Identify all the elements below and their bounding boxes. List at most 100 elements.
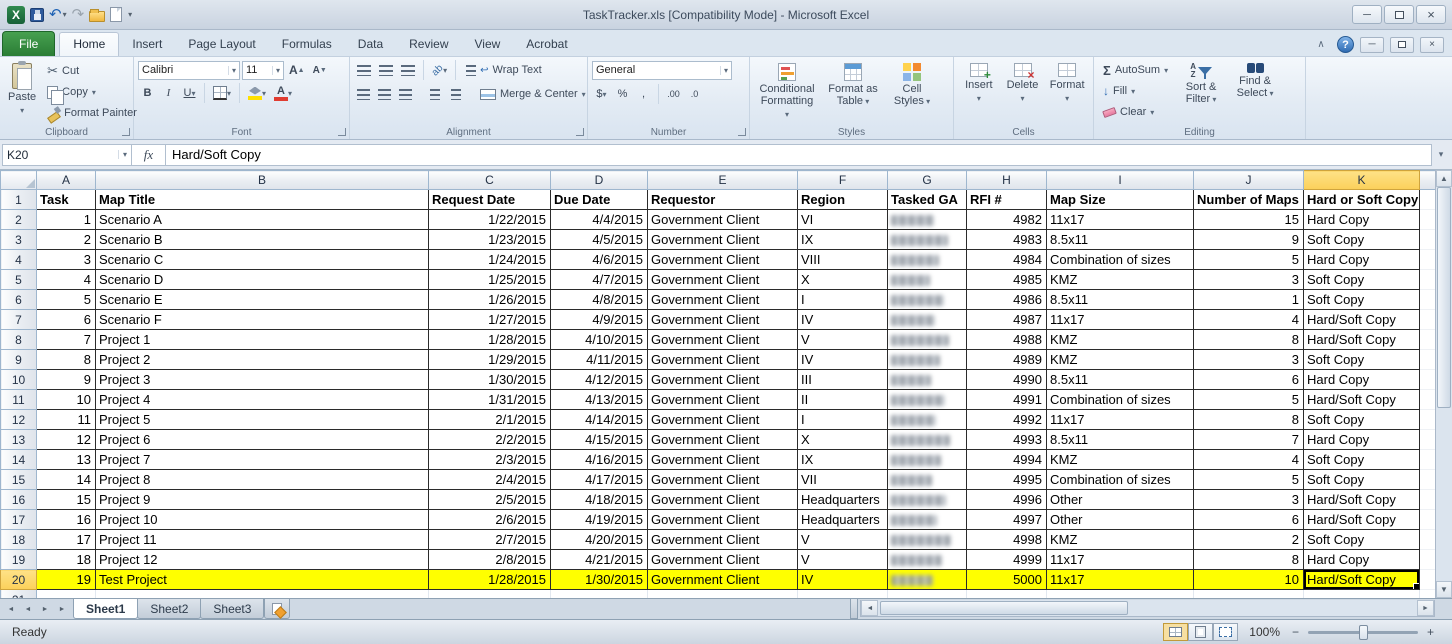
cell-D4[interactable]: 4/6/2015 [551,250,648,270]
cell-B3[interactable]: Scenario B [96,230,429,250]
cell-I1[interactable]: Map Size [1047,190,1194,210]
cell-I20[interactable]: 11x17 [1047,570,1194,590]
ribbon-tab-data[interactable]: Data [345,33,396,56]
cell-I19[interactable]: 11x17 [1047,550,1194,570]
cell-H8[interactable]: 4988 [967,330,1047,350]
cell-G20[interactable] [888,570,967,590]
align-left-button[interactable] [354,85,373,104]
cell-B14[interactable]: Project 7 [96,450,429,470]
ribbon-tab-view[interactable]: View [462,33,514,56]
cell-G8[interactable] [888,330,967,350]
cell-H19[interactable]: 4999 [967,550,1047,570]
alignment-dialog-launcher[interactable] [576,128,584,136]
ribbon-tab-home[interactable]: Home [59,32,119,56]
autosum-button[interactable]: ΣAutoSum [1098,60,1173,80]
cell-F13[interactable]: X [798,430,888,450]
cell-E3[interactable]: Government Client [648,230,798,250]
formula-bar-expand-button[interactable]: ▾ [1432,144,1450,166]
cell-J12[interactable]: 8 [1194,410,1304,430]
cell-J9[interactable]: 3 [1194,350,1304,370]
increase-decimal-button[interactable]: .00 [664,85,683,104]
cell-A21[interactable] [37,590,96,599]
cell-F19[interactable]: V [798,550,888,570]
cell-F21[interactable] [798,590,888,599]
sheet-tab-sheet3[interactable]: Sheet3 [200,599,264,619]
cell-E10[interactable]: Government Client [648,370,798,390]
cell-H4[interactable]: 4984 [967,250,1047,270]
workbook-minimize-button[interactable]: ─ [1360,37,1384,53]
column-header-D[interactable]: D [551,171,648,190]
cell-A19[interactable]: 18 [37,550,96,570]
formula-input[interactable]: Hard/Soft Copy [166,144,1432,166]
cell-C1[interactable]: Request Date [429,190,551,210]
cell-G15[interactable] [888,470,967,490]
cell-H3[interactable]: 4983 [967,230,1047,250]
cell-K14[interactable]: Soft Copy [1304,450,1420,470]
row-header-3[interactable]: 3 [1,230,37,250]
first-sheet-button[interactable]: ◄ [3,601,19,617]
cell-D11[interactable]: 4/13/2015 [551,390,648,410]
column-header-E[interactable]: E [648,171,798,190]
cell-A7[interactable]: 6 [37,310,96,330]
row-header-19[interactable]: 19 [1,550,37,570]
cell-A20[interactable]: 19 [37,570,96,590]
cell-F11[interactable]: II [798,390,888,410]
cell-D1[interactable]: Due Date [551,190,648,210]
column-header-H[interactable]: H [967,171,1047,190]
cell-J5[interactable]: 3 [1194,270,1304,290]
cell-J19[interactable]: 8 [1194,550,1304,570]
cell-J20[interactable]: 10 [1194,570,1304,590]
cell-H9[interactable]: 4989 [967,350,1047,370]
grow-font-button[interactable]: A▲ [286,61,308,80]
cell-D16[interactable]: 4/18/2015 [551,490,648,510]
format-painter-button[interactable]: Format Painter [42,103,142,123]
italic-button[interactable]: I [159,84,178,103]
cell-D18[interactable]: 4/20/2015 [551,530,648,550]
cell-I18[interactable]: KMZ [1047,530,1194,550]
cell-I13[interactable]: 8.5x11 [1047,430,1194,450]
cell-G6[interactable] [888,290,967,310]
cell-C3[interactable]: 1/23/2015 [429,230,551,250]
cell-A2[interactable]: 1 [37,210,96,230]
cell-G21[interactable] [888,590,967,599]
cell-E14[interactable]: Government Client [648,450,798,470]
cell-F3[interactable]: IX [798,230,888,250]
cell-G7[interactable] [888,310,967,330]
insert-cells-button[interactable]: + Insert [958,59,1000,125]
cell-D2[interactable]: 4/4/2015 [551,210,648,230]
cell-B19[interactable]: Project 12 [96,550,429,570]
cell-H14[interactable]: 4994 [967,450,1047,470]
cell-F6[interactable]: I [798,290,888,310]
row-header-21[interactable]: 21 [1,590,37,599]
row-header-16[interactable]: 16 [1,490,37,510]
cell-D9[interactable]: 4/11/2015 [551,350,648,370]
cell-B18[interactable]: Project 11 [96,530,429,550]
cell-H20[interactable]: 5000 [967,570,1047,590]
column-header-F[interactable]: F [798,171,888,190]
cell-I10[interactable]: 8.5x11 [1047,370,1194,390]
cell-E20[interactable]: Government Client [648,570,798,590]
cell-K5[interactable]: Soft Copy [1304,270,1420,290]
cell-K7[interactable]: Hard/Soft Copy [1304,310,1420,330]
conditional-formatting-button[interactable]: Conditional Formatting [754,59,820,125]
row-header-9[interactable]: 9 [1,350,37,370]
cell-I7[interactable]: 11x17 [1047,310,1194,330]
cell-C21[interactable] [429,590,551,599]
copy-button[interactable]: Copy [42,82,142,102]
cell-K3[interactable]: Soft Copy [1304,230,1420,250]
decrease-indent-button[interactable] [425,85,444,104]
cell-A18[interactable]: 17 [37,530,96,550]
cell-A10[interactable]: 9 [37,370,96,390]
cell-F2[interactable]: VI [798,210,888,230]
cell-K12[interactable]: Soft Copy [1304,410,1420,430]
row-header-10[interactable]: 10 [1,370,37,390]
vertical-scroll-thumb[interactable] [1437,187,1451,408]
cell-I14[interactable]: KMZ [1047,450,1194,470]
cell-E18[interactable]: Government Client [648,530,798,550]
cell-F15[interactable]: VII [798,470,888,490]
cell-E12[interactable]: Government Client [648,410,798,430]
cell-K16[interactable]: Hard/Soft Copy [1304,490,1420,510]
cell-I9[interactable]: KMZ [1047,350,1194,370]
cell-I6[interactable]: 8.5x11 [1047,290,1194,310]
name-box-dropdown-icon[interactable]: ▾ [118,150,127,159]
